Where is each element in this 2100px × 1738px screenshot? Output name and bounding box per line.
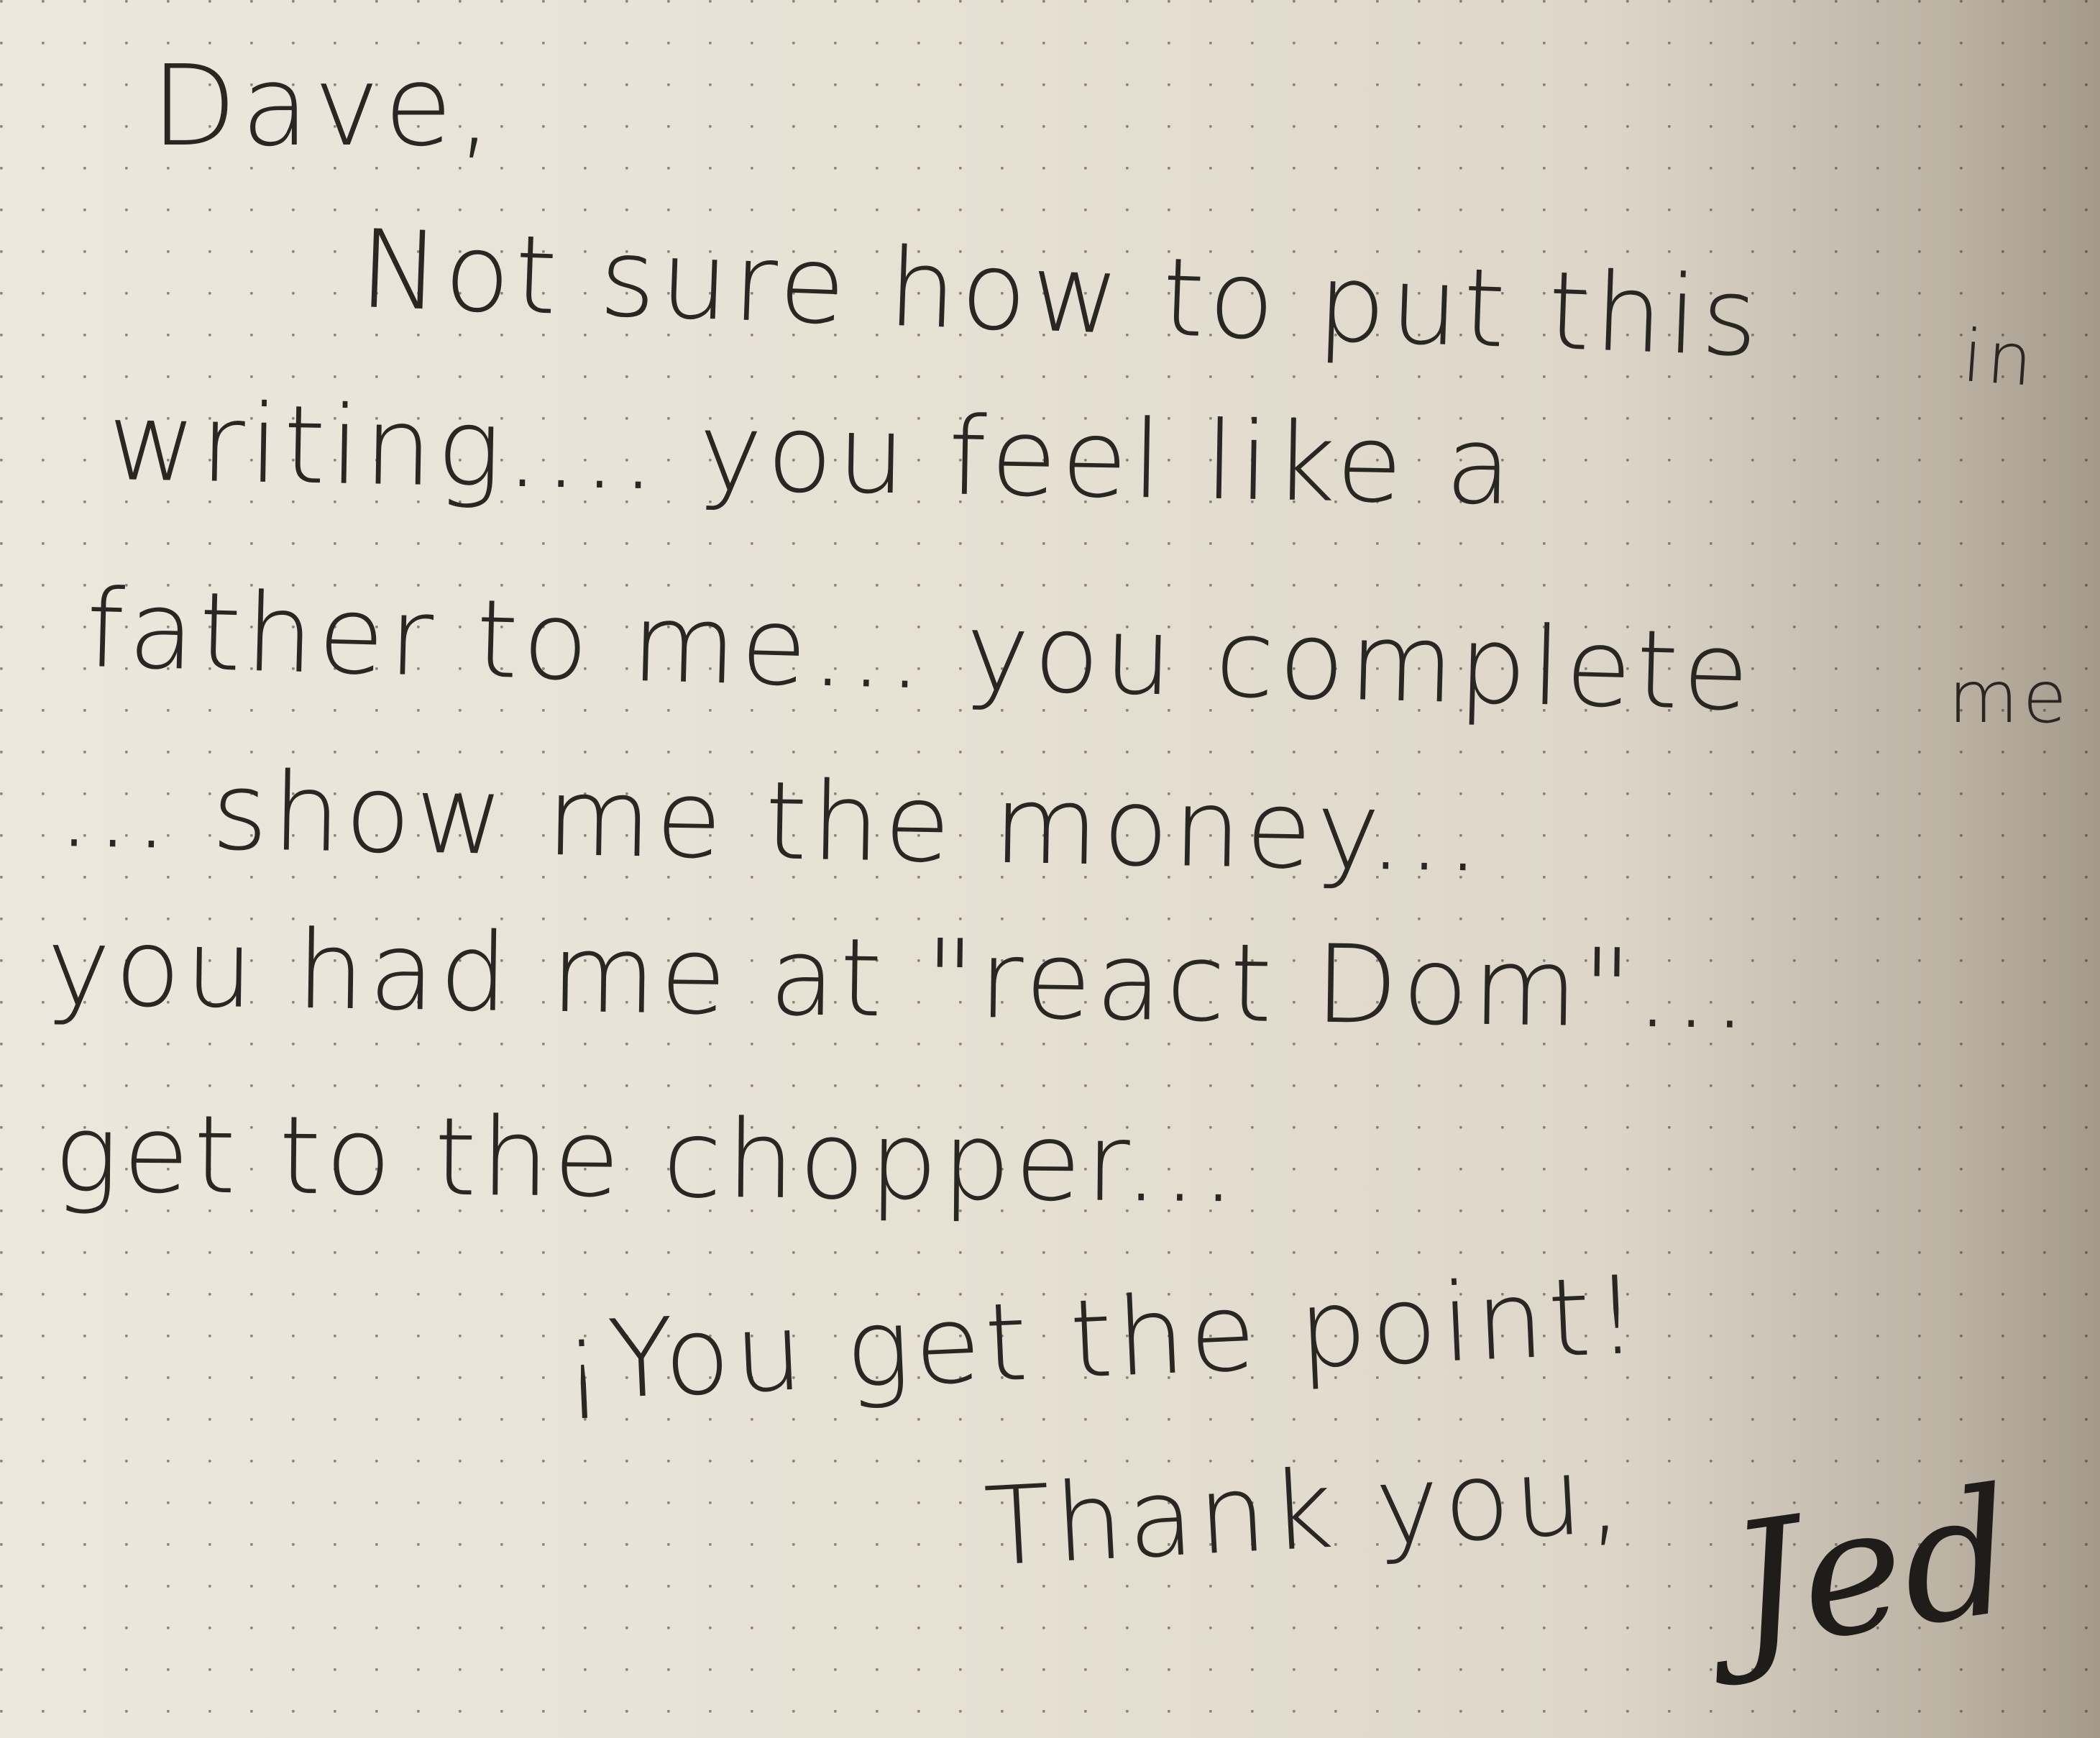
greeting: Dave, [151, 41, 497, 171]
handwritten-line-4: ... show me the money... [56, 746, 1486, 897]
handwritten-line-6: get to the chopper... [53, 1092, 1241, 1227]
handwritten-line-8: Thank you, [981, 1432, 1628, 1591]
handwritten-line-3-continuation: me [1948, 655, 2071, 739]
handwritten-line-1: Not sure how to put this [357, 207, 1764, 382]
dotted-notebook-page: Dave, Not sure how to put this in writin… [0, 0, 2100, 1738]
signature: Jed [1718, 1450, 2026, 1689]
handwritten-line-7: ¡You get the point! [558, 1253, 1646, 1425]
handwritten-line-1-continuation: in [1959, 314, 2040, 403]
handwritten-line-3: father to me... you complete [84, 567, 1756, 736]
handwritten-line-2: writing.... you feel like a [106, 380, 1518, 530]
handwritten-line-5: you had me at "react Dom"... [45, 905, 1753, 1054]
